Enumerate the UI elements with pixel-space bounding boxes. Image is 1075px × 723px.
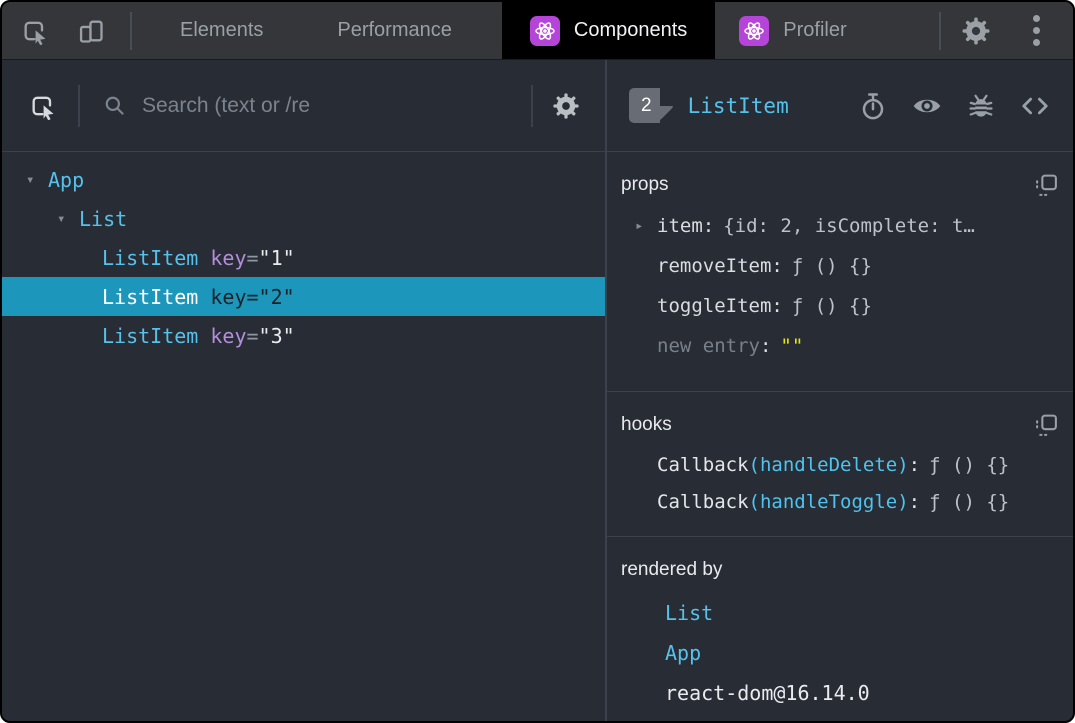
tab-profiler[interactable]: Profiler xyxy=(715,2,870,59)
tree-toolbar xyxy=(2,60,605,152)
device-toolbar-icon[interactable] xyxy=(74,14,108,48)
component-name: List xyxy=(79,206,128,231)
owner-row-list[interactable]: List xyxy=(621,593,1059,633)
expand-arrow-icon[interactable]: ▾ xyxy=(57,211,79,227)
inspect-dom-eye-icon[interactable] xyxy=(911,90,943,122)
selected-component-title: ListItem xyxy=(687,93,789,118)
suspend-stopwatch-icon[interactable] xyxy=(857,90,889,122)
settings-gear-icon[interactable] xyxy=(959,14,993,48)
component-name: ListItem xyxy=(102,284,199,309)
toolbar-divider xyxy=(531,84,533,127)
key-value: "3" xyxy=(258,323,295,348)
tree-row-app[interactable]: ▾ App xyxy=(2,160,605,199)
component-name: ListItem xyxy=(102,245,199,270)
component-name: ListItem xyxy=(102,323,199,348)
tree-row-listitem-3[interactable]: ListItem key = "3" xyxy=(2,316,605,355)
inspect-element-icon[interactable] xyxy=(18,14,52,48)
hooks-label: hooks xyxy=(621,414,672,435)
tab-performance[interactable]: Performance xyxy=(329,2,460,59)
prop-row-toggleitem[interactable]: toggleItem: ƒ () {} xyxy=(621,286,1059,326)
key-value: "1" xyxy=(258,245,295,270)
rendered-by-section: rendered by List App react-dom@16.14.0 xyxy=(607,537,1073,721)
log-to-console-bug-icon[interactable] xyxy=(965,90,997,122)
component-tree: ▾ App ▾ List ListItem key = "1" ListItem key… xyxy=(2,152,605,721)
render-count-badge: 2 xyxy=(629,88,660,123)
search-icon xyxy=(98,89,132,123)
tab-label: Components xyxy=(573,19,688,41)
toolbar-divider xyxy=(939,11,941,50)
prop-row-item[interactable]: ▸ item: {id: 2, isComplete: t… xyxy=(621,206,1059,246)
key-value: "2" xyxy=(258,284,295,309)
inspected-element-pane: 2 ListItem props ▸ item: {id: 2, isComp… xyxy=(607,60,1073,721)
props-section: props ▸ item: {id: 2, isComplete: t… rem… xyxy=(607,152,1073,392)
tree-row-list[interactable]: ▾ List xyxy=(2,199,605,238)
toolbar-divider xyxy=(130,11,132,50)
hook-row-handledelete[interactable]: Callback (handleDelete): ƒ () {} xyxy=(621,446,1059,483)
expand-arrow-icon[interactable]: ▾ xyxy=(26,172,48,188)
prop-row-removeitem[interactable]: removeItem: ƒ () {} xyxy=(621,246,1059,286)
prop-row-new-entry[interactable]: new entry: "" xyxy=(621,326,1059,366)
tab-label: Profiler xyxy=(783,19,847,41)
view-source-code-icon[interactable] xyxy=(1019,90,1051,122)
owner-row-app[interactable]: App xyxy=(621,633,1059,673)
expand-arrow-icon[interactable]: ▸ xyxy=(635,218,643,234)
copy-props-icon[interactable] xyxy=(1033,172,1059,198)
owner-row-react-dom: react-dom@16.14.0 xyxy=(665,681,870,705)
key-attr: key xyxy=(210,284,247,309)
tree-row-listitem-2-selected[interactable]: ListItem key = "2" xyxy=(2,277,605,316)
copy-hooks-icon[interactable] xyxy=(1033,412,1059,438)
rendered-by-label: rendered by xyxy=(621,559,723,580)
component-tree-pane: ▾App ▾List ListItem key="1" ListItem key… xyxy=(2,60,607,721)
inspected-element-header: 2 ListItem xyxy=(607,60,1073,152)
toolbar-divider xyxy=(78,84,80,127)
devtools-window: Elements Performance Components Profiler… xyxy=(0,0,1075,723)
props-label: props xyxy=(621,174,669,195)
tab-label: Performance xyxy=(337,19,452,41)
key-attr: key xyxy=(210,245,247,270)
tree-settings-gear-icon[interactable] xyxy=(549,89,583,123)
key-attr: key xyxy=(210,323,247,348)
hooks-section: hooks Callback (handleDelete): ƒ () {} C… xyxy=(607,392,1073,537)
tab-label: Elements xyxy=(180,19,264,41)
tree-row-listitem-1[interactable]: ListItem key = "1" xyxy=(2,238,605,277)
tab-components[interactable]: Components xyxy=(501,2,716,59)
components-panel: ▾App ▾List ListItem key="1" ListItem key… xyxy=(2,60,1073,721)
react-icon xyxy=(739,15,770,46)
more-options-icon[interactable] xyxy=(1021,15,1051,46)
search-input[interactable] xyxy=(142,93,521,118)
hook-row-handletoggle[interactable]: Callback (handleToggle): ƒ () {} xyxy=(621,483,1059,520)
component-name: App xyxy=(48,167,85,192)
select-element-icon[interactable] xyxy=(26,89,60,123)
tab-elements[interactable]: Elements xyxy=(172,2,271,59)
react-icon xyxy=(529,15,560,46)
devtools-tab-bar: Elements Performance Components Profiler xyxy=(2,2,1073,60)
